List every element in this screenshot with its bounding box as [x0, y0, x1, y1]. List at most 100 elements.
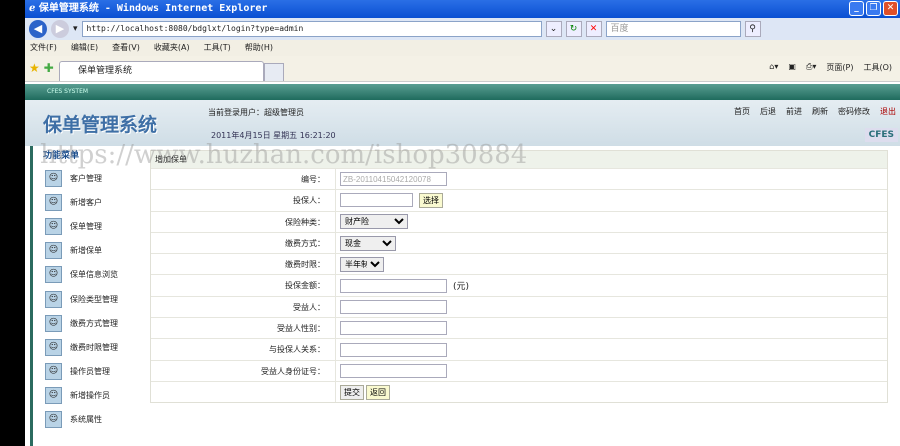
sidebar-item[interactable]: ☺ 新增客户 — [33, 190, 140, 214]
label-amount: 投保金额： — [151, 275, 336, 296]
home-icon[interactable]: ⌂▾ — [769, 62, 778, 73]
back-button-form[interactable]: 返回 — [366, 384, 390, 400]
sidebar-item[interactable]: ☺ 保单管理 — [33, 214, 140, 238]
label-insurance-type: 保险种类： — [151, 211, 336, 232]
current-date: 2011年4月15日 星期五 16:21:20 — [211, 131, 336, 140]
sidebar-item[interactable]: ☺ 保单信息浏览 — [33, 263, 140, 287]
tools-menu[interactable]: 工具(O) — [863, 62, 892, 73]
app-header: 保单管理系统 当前登录用户：超级管理员 2011年4月15日 星期五 16:21… — [25, 100, 900, 146]
menu-bar: 文件(F) 编辑(E) 查看(V) 收藏夹(A) 工具(T) 帮助(H) — [25, 40, 900, 56]
menu-favorites[interactable]: 收藏夹(A) — [154, 40, 190, 56]
minimize-button[interactable]: _ — [849, 1, 864, 16]
forward-button[interactable]: ▶ — [51, 20, 69, 38]
pay-term-select[interactable]: 半年制 — [340, 256, 384, 272]
label-beneficiary-id: 受益人身份证号： — [151, 360, 336, 381]
nav-home[interactable]: 首页 — [734, 106, 750, 117]
history-dropdown[interactable]: ▾ — [73, 24, 78, 34]
menu-tools[interactable]: 工具(T) — [204, 40, 231, 56]
sidebar-item-label: 缴费时限管理 — [70, 342, 118, 352]
sidebar-item-label: 新增操作员 — [70, 391, 110, 401]
address-dropdown[interactable]: ⌄ — [545, 21, 562, 37]
sidebar-item[interactable]: ☺ 缴费时限管理 — [33, 335, 140, 359]
relationship-input[interactable] — [340, 342, 447, 357]
tab-current[interactable]: 保单管理系统 — [59, 61, 264, 81]
label-number: 编号： — [151, 169, 336, 190]
user-card-icon: ☺ — [45, 314, 62, 332]
sidebar-item[interactable]: ☺ 缴费方式管理 — [33, 311, 140, 335]
sidebar-item-label: 缴费方式管理 — [70, 318, 118, 328]
user-card-icon: ☺ — [45, 169, 62, 187]
sidebar-title: 功能菜单 — [43, 151, 80, 161]
feeds-icon[interactable]: ▣ — [788, 62, 796, 73]
logo: 保单管理系统 — [43, 114, 158, 136]
current-user: 当前登录用户：超级管理员 — [208, 108, 304, 117]
browser-window: ℯ 保单管理系统 - Windows Internet Explorer _ ❐ ✕… — [25, 0, 900, 446]
restore-button[interactable]: ❐ — [866, 1, 881, 16]
back-button[interactable]: ◀ — [29, 20, 47, 38]
address-input[interactable]: http://localhost:8080/bdglxt/login?type=… — [81, 21, 542, 37]
sidebar-item[interactable]: ☺ 操作员管理 — [33, 360, 140, 384]
nav-back[interactable]: 后退 — [760, 106, 776, 117]
sidebar-item[interactable]: ☺ 系统属性 — [33, 408, 140, 432]
menu-view[interactable]: 查看(V) — [112, 40, 140, 56]
sidebar-item-label: 新增保单 — [70, 246, 102, 256]
choose-button[interactable]: 选择 — [419, 192, 443, 208]
sidebar-item[interactable]: ☺ 新增保单 — [33, 239, 140, 263]
nav-change-password[interactable]: 密码修改 — [838, 106, 870, 117]
add-favorite-icon[interactable]: ✚ — [44, 61, 54, 75]
label-pay-term: 缴费时限： — [151, 254, 336, 275]
search-input[interactable]: 百度 — [605, 21, 741, 37]
nav-forward[interactable]: 前进 — [786, 106, 802, 117]
sidebar-item[interactable]: ☺ 新增操作员 — [33, 384, 140, 408]
menu-help[interactable]: 帮助(H) — [245, 40, 273, 56]
user-card-icon: ☺ — [45, 290, 62, 308]
sidebar-item-label: 操作员管理 — [70, 367, 110, 377]
sidebar-item-label: 保险类型管理 — [70, 294, 118, 304]
sidebar-item[interactable]: ☺ 客户管理 — [33, 166, 140, 190]
menu-edit[interactable]: 编辑(E) — [71, 40, 98, 56]
beneficiary-gender-input[interactable] — [340, 321, 447, 336]
menu-file[interactable]: 文件(F) — [30, 40, 57, 56]
sidebar-item-label: 系统属性 — [70, 415, 102, 425]
user-card-icon: ☺ — [45, 217, 62, 235]
policyholder-input[interactable] — [340, 193, 413, 208]
add-policy-form: 增加保单 编号： 投保人： 选择 保险种类：财产险 缴费方式：现金 缴费时限：半年… — [150, 150, 888, 404]
user-card-icon: ☺ — [45, 338, 62, 356]
address-bar-row: ◀ ▶ ▾ http://localhost:8080/bdglxt/login?t… — [25, 18, 900, 40]
beneficiary-id-input[interactable] — [340, 363, 447, 378]
user-card-icon: ☺ — [45, 193, 62, 211]
system-bar: CFES SYSTEM — [25, 84, 900, 100]
sidebar-item[interactable]: ☺ 保险类型管理 — [33, 287, 140, 311]
window-title: 保单管理系统 - Windows Internet Explorer — [38, 3, 268, 14]
sidebar-item-label: 保单信息浏览 — [70, 270, 118, 280]
refresh-icon[interactable]: ↻ — [565, 21, 582, 37]
close-button[interactable]: ✕ — [883, 1, 898, 16]
user-card-icon: ☺ — [45, 387, 62, 405]
sidebar-item-label: 新增客户 — [70, 197, 102, 207]
sidebar-item-label: 客户管理 — [70, 173, 102, 183]
system-label: CFES SYSTEM — [47, 88, 89, 95]
nav-logout[interactable]: 退出 — [880, 106, 896, 117]
ie-icon: ℯ — [29, 3, 39, 14]
number-input — [340, 172, 447, 187]
user-card-icon: ☺ — [45, 363, 62, 381]
label-beneficiary: 受益人： — [151, 296, 336, 318]
stop-icon[interactable]: ✕ — [585, 21, 602, 37]
submit-button[interactable]: 提交 — [340, 384, 364, 400]
cfes-badge: CFES — [864, 128, 898, 142]
beneficiary-input[interactable] — [340, 299, 447, 314]
tab-bar: ★ ✚ 保单管理系统 ⌂▾ ▣ ⎙▾ 页面(P) 工具(O) — [25, 56, 900, 82]
label-relationship: 与投保人关系： — [151, 339, 336, 360]
amount-input[interactable] — [340, 278, 447, 293]
page-menu[interactable]: 页面(P) — [826, 62, 853, 73]
insurance-type-select[interactable]: 财产险 — [340, 214, 408, 230]
nav-refresh[interactable]: 刷新 — [812, 106, 828, 117]
form-title: 增加保单 — [151, 151, 887, 168]
unit-label: (元) — [453, 282, 470, 293]
new-tab-button[interactable] — [264, 63, 284, 81]
pay-method-select[interactable]: 现金 — [340, 235, 396, 251]
title-bar: ℯ 保单管理系统 - Windows Internet Explorer _ ❐ ✕ — [25, 0, 900, 18]
favorites-star-icon[interactable]: ★ ✚ — [29, 61, 54, 75]
print-icon[interactable]: ⎙▾ — [806, 62, 816, 73]
search-icon[interactable]: ⚲ — [744, 21, 761, 37]
